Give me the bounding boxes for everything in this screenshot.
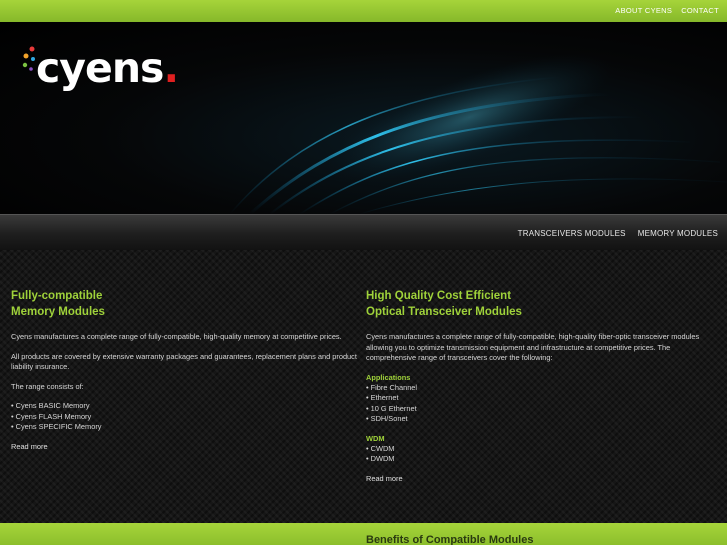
transceiver-heading-line2: Optical Transceiver Modules [366,306,522,318]
list-item: • DWDM [366,454,395,463]
top-nav-about-link[interactable]: ABOUT CYENS [615,6,672,15]
content-area: Fully-compatible Memory Modules Cyens ma… [0,250,727,523]
nav-memory-modules[interactable]: MEMORY MODULES [638,229,718,238]
list-item: • Cyens SPECIFIC Memory [11,422,102,431]
list-item: • 10 G Ethernet [366,403,417,413]
benefits-heading: Benefits of Compatible Modules [366,534,534,545]
top-nav-contact-link[interactable]: CONTACT [681,6,719,15]
main-navbar: TRANSCEIVERS MODULES MEMORY MODULES [0,214,727,250]
hero-banner: cyens. [0,22,727,214]
applications-heading: Applications [366,372,411,382]
wdm-heading: WDM [366,433,385,443]
memory-heading-line2: Memory Modules [11,306,105,318]
transceiver-heading-line1: High Quality Cost Efficient [366,290,512,302]
bottom-band: Benefits of Compatible Modules [0,523,727,545]
top-bar: ABOUT CYENS CONTACT [0,0,727,22]
transceiver-read-more-link[interactable]: Read more [366,474,403,483]
applications-list: • Fibre Channel • Ethernet • 10 G Ethern… [366,383,716,425]
nav-transceivers-modules[interactable]: TRANSCEIVERS MODULES [518,229,626,238]
memory-modules-section: Fully-compatible Memory Modules Cyens ma… [11,288,357,454]
memory-warranty-paragraph: All products are covered by extensive wa… [11,351,357,372]
list-item: • Ethernet [366,393,399,402]
main-nav: TRANSCEIVERS MODULES MEMORY MODULES [518,229,718,238]
top-nav: ABOUT CYENS CONTACT [615,6,719,15]
list-item: • Cyens BASIC Memory [11,401,90,410]
memory-range-intro: The range consists of: [11,381,84,391]
memory-heading-line1: Fully-compatible [11,290,103,302]
logo-period: . [163,44,179,92]
list-item: • Fibre Channel [366,382,418,392]
list-item: • Cyens FLASH Memory [11,411,92,421]
memory-modules-heading: Fully-compatible Memory Modules [11,288,357,320]
logo-wordmark: cyens [36,44,164,92]
memory-intro-paragraph: Cyens manufactures a complete range of f… [11,332,342,341]
memory-range-list: • Cyens BASIC Memory • Cyens FLASH Memor… [11,401,357,433]
transceiver-modules-heading: High Quality Cost Efficient Optical Tran… [366,288,716,320]
transceiver-intro-paragraph: Cyens manufactures a complete range of f… [366,332,700,362]
list-item: • SDH/Sonet [366,414,408,423]
list-item: • CWDM [366,443,395,453]
memory-read-more-link[interactable]: Read more [11,442,48,451]
logo[interactable]: cyens. [36,48,179,89]
transceiver-modules-section: High Quality Cost Efficient Optical Tran… [366,288,716,486]
wdm-list: • CWDM • DWDM [366,444,716,465]
